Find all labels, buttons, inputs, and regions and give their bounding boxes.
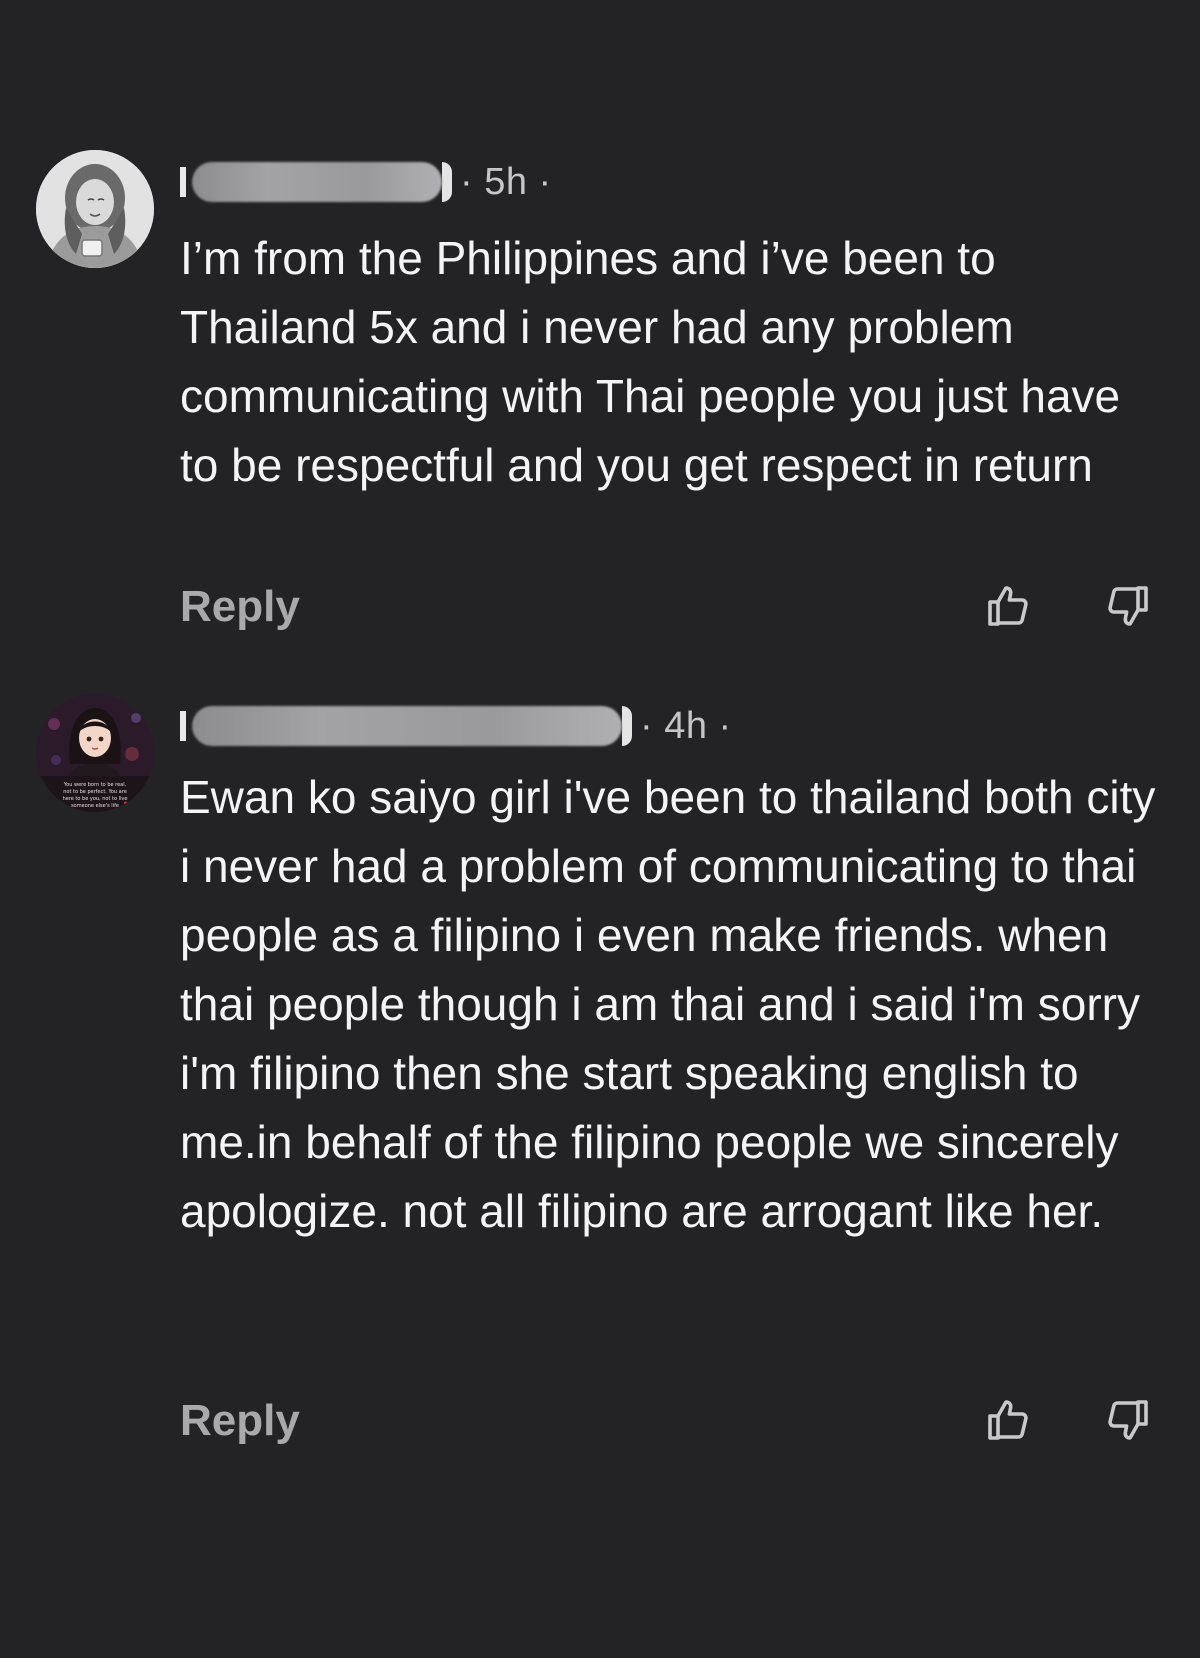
username-initial[interactable] [180,711,186,741]
reply-button[interactable]: Reply [180,1396,300,1446]
redaction-edge [442,162,452,202]
redaction-edge [622,706,632,746]
reply-button[interactable]: Reply [180,582,300,632]
comment-actions: Reply [180,1396,1160,1448]
comment-header: · 5h · [180,160,552,204]
comment-header: · 4h · [180,704,732,748]
username-initial[interactable] [180,167,186,197]
username-redacted[interactable] [192,162,442,202]
avatar[interactable]: You were born to be real, not to be perf… [36,694,154,812]
thumbs-down-icon[interactable] [1104,1396,1152,1444]
comment-timestamp: · 5h · [460,160,552,203]
avatar[interactable] [36,150,154,268]
svg-text:not to be perfect. You are: not to be perfect. You are [63,789,127,795]
username-redacted[interactable] [192,706,622,746]
thumbs-down-icon[interactable] [1104,582,1152,630]
svg-text:here to be you, not to live: here to be you, not to live [63,796,128,802]
comment-actions: Reply [180,582,1160,634]
thumbs-up-icon[interactable] [984,582,1032,630]
svg-text:someone else's life: someone else's life [71,803,119,809]
comment-text: Ewan ko saiyo girl i've been to thailand… [180,771,1156,1237]
svg-text:You were born to be real,: You were born to be real, [63,782,127,788]
thumbs-up-icon[interactable] [984,1396,1032,1444]
comment-timestamp: · 4h · [640,704,732,747]
comment-text: I’m from the Philippines and i’ve been t… [180,232,1121,491]
